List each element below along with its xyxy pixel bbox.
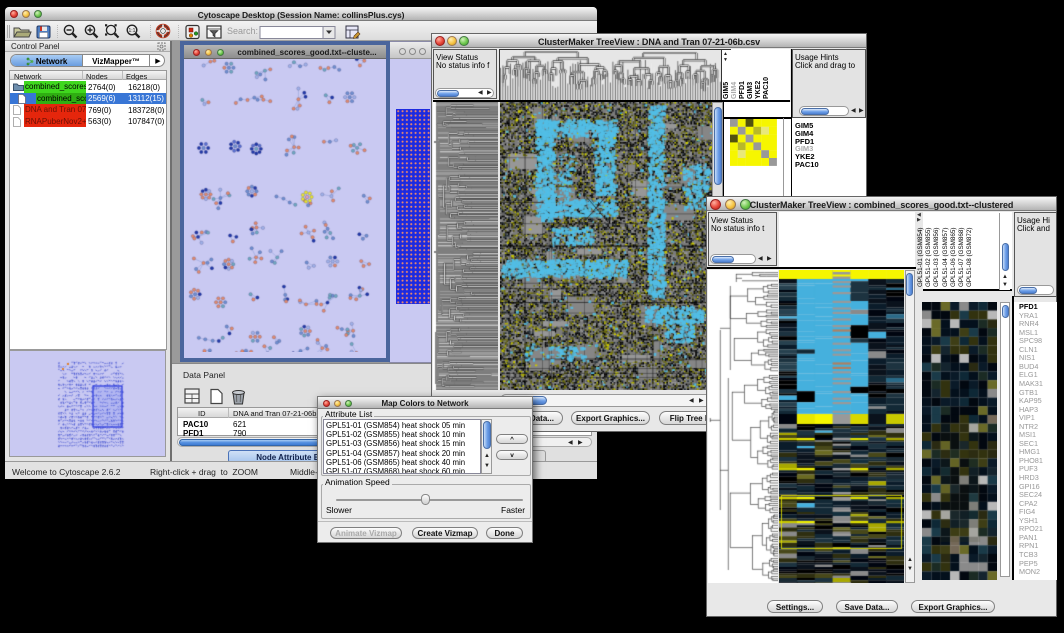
svg-text:Search:: Search: <box>227 26 258 36</box>
svg-text:1:1: 1:1 <box>129 28 136 34</box>
